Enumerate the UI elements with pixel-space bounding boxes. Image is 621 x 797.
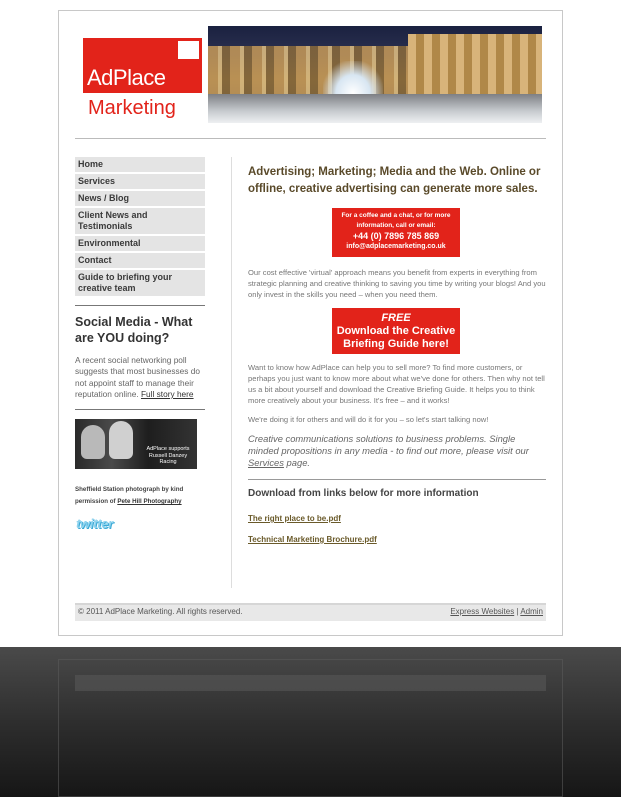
photo-credit: Sheffield Station photograph by kind per… xyxy=(75,484,210,508)
photo-overlay-caption: AdPlace supports Russell Danzey Racing xyxy=(146,446,190,465)
services-link[interactable]: Services xyxy=(248,457,284,468)
sponsor-photo: AdPlace supports Russell Danzey Racing xyxy=(75,419,197,469)
nav-item-services[interactable]: Services xyxy=(75,174,205,191)
footer: © 2011 AdPlace Marketing. All rights res… xyxy=(75,603,546,621)
downloads-divider xyxy=(248,479,546,480)
full-story-link[interactable]: Full story here xyxy=(141,389,194,399)
sidebar-divider xyxy=(75,305,205,306)
contact-email: info@adplacemarketing.co.uk xyxy=(346,243,446,250)
nav-item-environmental[interactable]: Environmental xyxy=(75,236,205,253)
admin-link[interactable]: Admin xyxy=(520,607,543,616)
main-headline: Advertising; Marketing; Media and the We… xyxy=(248,166,541,195)
main-content: Advertising; Marketing; Media and the We… xyxy=(248,164,548,545)
reflection-footer xyxy=(75,675,546,691)
download-guide-label: Download the Creative Briefing Guide her… xyxy=(336,325,456,350)
tagline-end: page. xyxy=(283,457,311,468)
logo-text-marketing: Marketing xyxy=(88,97,176,119)
free-guide-download-button[interactable]: FREE Download the Creative Briefing Guid… xyxy=(332,308,460,354)
contact-banner[interactable]: For a coffee and a chat, or for more inf… xyxy=(332,208,460,257)
contact-phone: +44 (0) 7896 785 869 xyxy=(352,231,440,241)
photo-person-right xyxy=(109,421,133,459)
copyright-text: © 2011 AdPlace Marketing. All rights res… xyxy=(78,607,243,616)
downloads-heading: Download from links below for more infor… xyxy=(248,488,479,499)
social-media-heading: Social Media - What are YOU doing? xyxy=(75,315,193,345)
logo-corner-square xyxy=(178,41,199,59)
express-websites-link[interactable]: Express Websites xyxy=(450,607,514,616)
footer-separator: | xyxy=(516,607,519,616)
column-divider xyxy=(231,157,232,588)
sidebar-divider xyxy=(75,409,205,410)
header-banner-image xyxy=(208,26,542,123)
nav-item-client-news[interactable]: Client News and Testimonials xyxy=(75,208,205,236)
tagline: Creative communications solutions to bus… xyxy=(248,433,548,469)
nav-item-news-blog[interactable]: News / Blog xyxy=(75,191,205,208)
nav-item-briefing-guide[interactable]: Guide to briefing your creative team xyxy=(75,270,205,298)
download-link-right-place[interactable]: The right place to be.pdf xyxy=(248,514,548,524)
contact-intro: For a coffee and a chat, or for more inf… xyxy=(341,212,451,229)
download-link-technical-brochure[interactable]: Technical Marketing Brochure.pdf xyxy=(248,535,548,545)
sidebar-nav: Home Services News / Blog Client News an… xyxy=(75,157,205,298)
adplace-logo[interactable]: AdPlace Marketing xyxy=(83,38,202,127)
pete-hill-photography-link[interactable]: Pete Hill Photography xyxy=(117,498,181,505)
page-container: AdPlace Marketing Home Services News / B… xyxy=(58,10,563,636)
page-reflection xyxy=(0,647,621,797)
intro-paragraph: Our cost effective 'virtual' approach me… xyxy=(248,268,546,299)
tagline-text: Creative communications solutions to bus… xyxy=(248,433,529,456)
header-divider xyxy=(75,138,546,139)
free-label: FREE xyxy=(381,312,411,324)
banner-water-pool xyxy=(208,94,542,123)
banner-station-arches xyxy=(408,34,542,96)
photo-person-left xyxy=(81,425,105,459)
talking-now-paragraph: We're doing it for others and will do it… xyxy=(248,415,489,424)
nav-item-home[interactable]: Home xyxy=(75,157,205,174)
nav-item-contact[interactable]: Contact xyxy=(75,253,205,270)
footer-links: Express Websites | Admin xyxy=(450,605,543,619)
twitter-logo-link[interactable]: twitter xyxy=(76,516,113,531)
sell-more-paragraph: Want to know how AdPlace can help you to… xyxy=(248,363,545,405)
logo-text-adplace: AdPlace xyxy=(87,65,166,90)
social-media-text: A recent social networking poll suggests… xyxy=(75,355,209,400)
reflection-page-outline xyxy=(58,659,563,797)
